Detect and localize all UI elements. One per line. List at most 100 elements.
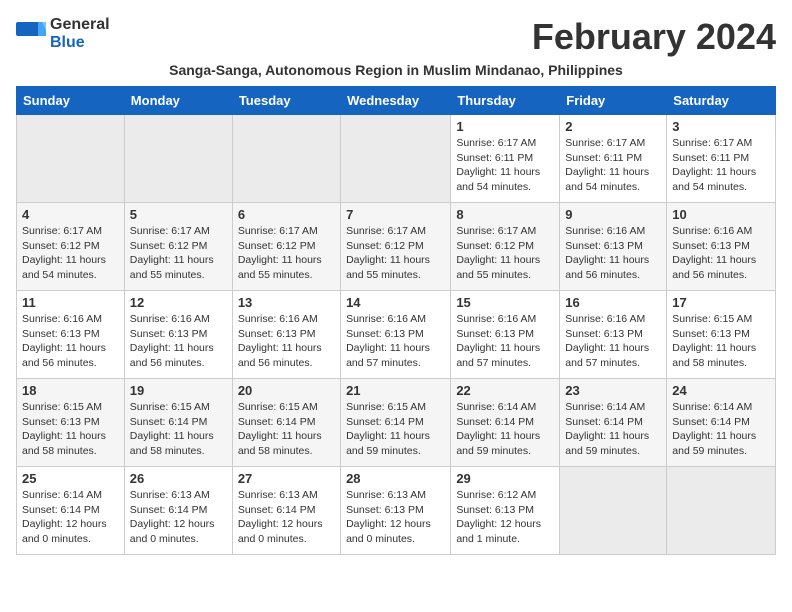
calendar-cell: 7 Sunrise: 6:17 AM Sunset: 6:12 PM Daylig… [341,203,451,291]
calendar-cell: 12Sunrise: 6:16 AM Sunset: 6:13 PM Dayli… [124,291,232,379]
day-info: Sunrise: 6:16 AM Sunset: 6:13 PM Dayligh… [22,312,119,371]
day-number: 22 [456,383,554,398]
day-number: 26 [130,471,227,486]
calendar-cell [124,115,232,203]
day-info: Sunrise: 6:17 AM Sunset: 6:11 PM Dayligh… [456,136,554,195]
day-info: Sunrise: 6:17 AM Sunset: 6:11 PM Dayligh… [565,136,661,195]
calendar-cell: 1 Sunrise: 6:17 AM Sunset: 6:11 PM Daylig… [451,115,560,203]
day-info: Sunrise: 6:16 AM Sunset: 6:13 PM Dayligh… [456,312,554,371]
calendar-cell: 6 Sunrise: 6:17 AM Sunset: 6:12 PM Daylig… [232,203,340,291]
day-number: 14 [346,295,445,310]
day-number: 15 [456,295,554,310]
day-info: Sunrise: 6:17 AM Sunset: 6:12 PM Dayligh… [456,224,554,283]
day-info: Sunrise: 6:17 AM Sunset: 6:12 PM Dayligh… [130,224,227,283]
day-number: 1 [456,119,554,134]
day-info: Sunrise: 6:14 AM Sunset: 6:14 PM Dayligh… [672,400,770,459]
calendar-cell: 10 Sunrise: 6:16 AM Sunset: 6:13 PM Dayli… [667,203,776,291]
calendar-cell: 2Sunrise: 6:17 AM Sunset: 6:11 PM Daylig… [560,115,667,203]
day-number: 7 [346,207,445,222]
calendar-cell: 14 Sunrise: 6:16 AM Sunset: 6:13 PM Dayli… [341,291,451,379]
day-info: Sunrise: 6:14 AM Sunset: 6:14 PM Dayligh… [22,488,119,547]
calendar-cell: 4 Sunrise: 6:17 AM Sunset: 6:12 PM Daylig… [17,203,125,291]
calendar-cell: 21 Sunrise: 6:15 AM Sunset: 6:14 PM Dayli… [341,379,451,467]
day-number: 13 [238,295,335,310]
column-header-tuesday: Tuesday [232,87,340,115]
day-info: Sunrise: 6:16 AM Sunset: 6:13 PM Dayligh… [346,312,445,371]
calendar-cell: 5 Sunrise: 6:17 AM Sunset: 6:12 PM Daylig… [124,203,232,291]
day-number: 17 [672,295,770,310]
day-number: 16 [565,295,661,310]
calendar-cell [560,467,667,555]
column-header-friday: Friday [560,87,667,115]
month-title: February 2024 [532,16,776,58]
day-info: Sunrise: 6:16 AM Sunset: 6:13 PM Dayligh… [565,224,661,283]
day-number: 11 [22,295,119,310]
week-row: 1 Sunrise: 6:17 AM Sunset: 6:11 PM Daylig… [17,115,776,203]
day-info: Sunrise: 6:16 AM Sunset: 6:13 PM Dayligh… [672,224,770,283]
calendar-cell [341,115,451,203]
day-info: Sunrise: 6:15 AM Sunset: 6:13 PM Dayligh… [672,312,770,371]
column-header-monday: Monday [124,87,232,115]
day-info: Sunrise: 6:17 AM Sunset: 6:12 PM Dayligh… [22,224,119,283]
day-number: 18 [22,383,119,398]
column-header-thursday: Thursday [451,87,560,115]
calendar-cell: 25 Sunrise: 6:14 AM Sunset: 6:14 PM Dayli… [17,467,125,555]
calendar-cell: 3 Sunrise: 6:17 AM Sunset: 6:11 PM Daylig… [667,115,776,203]
calendar-cell: 22 Sunrise: 6:14 AM Sunset: 6:14 PM Dayli… [451,379,560,467]
day-number: 4 [22,207,119,222]
day-info: Sunrise: 6:16 AM Sunset: 6:13 PM Dayligh… [238,312,335,371]
day-number: 28 [346,471,445,486]
calendar-header: SundayMondayTuesdayWednesdayThursdayFrid… [17,87,776,115]
calendar-cell: 11 Sunrise: 6:16 AM Sunset: 6:13 PM Dayli… [17,291,125,379]
calendar-cell: 27 Sunrise: 6:13 AM Sunset: 6:14 PM Dayli… [232,467,340,555]
day-info: Sunrise: 6:15 AM Sunset: 6:14 PM Dayligh… [238,400,335,459]
logo-text: General Blue [50,16,110,51]
week-row: 4 Sunrise: 6:17 AM Sunset: 6:12 PM Daylig… [17,203,776,291]
day-number: 27 [238,471,335,486]
day-number: 25 [22,471,119,486]
day-number: 5 [130,207,227,222]
calendar-cell: 24Sunrise: 6:14 AM Sunset: 6:14 PM Dayli… [667,379,776,467]
week-row: 11 Sunrise: 6:16 AM Sunset: 6:13 PM Dayli… [17,291,776,379]
day-info: Sunrise: 6:16 AM Sunset: 6:13 PM Dayligh… [565,312,661,371]
calendar-cell: 26 Sunrise: 6:13 AM Sunset: 6:14 PM Dayli… [124,467,232,555]
day-number: 8 [456,207,554,222]
calendar-cell: 29 Sunrise: 6:12 AM Sunset: 6:13 PM Dayli… [451,467,560,555]
day-info: Sunrise: 6:17 AM Sunset: 6:11 PM Dayligh… [672,136,770,195]
column-header-saturday: Saturday [667,87,776,115]
calendar-cell: 16 Sunrise: 6:16 AM Sunset: 6:13 PM Dayli… [560,291,667,379]
day-number: 3 [672,119,770,134]
logo-icon [16,22,46,46]
calendar-cell: 23Sunrise: 6:14 AM Sunset: 6:14 PM Dayli… [560,379,667,467]
calendar-table: SundayMondayTuesdayWednesdayThursdayFrid… [16,86,776,555]
day-info: Sunrise: 6:13 AM Sunset: 6:13 PM Dayligh… [346,488,445,547]
calendar-cell: 20Sunrise: 6:15 AM Sunset: 6:14 PM Dayli… [232,379,340,467]
day-info: Sunrise: 6:16 AM Sunset: 6:13 PM Dayligh… [130,312,227,371]
day-number: 6 [238,207,335,222]
calendar-cell: 15 Sunrise: 6:16 AM Sunset: 6:13 PM Dayli… [451,291,560,379]
day-number: 9 [565,207,661,222]
day-info: Sunrise: 6:17 AM Sunset: 6:12 PM Dayligh… [238,224,335,283]
day-number: 10 [672,207,770,222]
week-row: 25 Sunrise: 6:14 AM Sunset: 6:14 PM Dayli… [17,467,776,555]
calendar-cell: 8 Sunrise: 6:17 AM Sunset: 6:12 PM Daylig… [451,203,560,291]
calendar-cell: 13 Sunrise: 6:16 AM Sunset: 6:13 PM Dayli… [232,291,340,379]
day-info: Sunrise: 6:12 AM Sunset: 6:13 PM Dayligh… [456,488,554,547]
day-info: Sunrise: 6:15 AM Sunset: 6:14 PM Dayligh… [346,400,445,459]
day-info: Sunrise: 6:13 AM Sunset: 6:14 PM Dayligh… [238,488,335,547]
calendar-cell [17,115,125,203]
day-number: 21 [346,383,445,398]
page-header: General Blue February 2024 [16,16,776,58]
day-info: Sunrise: 6:14 AM Sunset: 6:14 PM Dayligh… [456,400,554,459]
day-info: Sunrise: 6:17 AM Sunset: 6:12 PM Dayligh… [346,224,445,283]
day-info: Sunrise: 6:13 AM Sunset: 6:14 PM Dayligh… [130,488,227,547]
column-header-sunday: Sunday [17,87,125,115]
calendar-cell: 28 Sunrise: 6:13 AM Sunset: 6:13 PM Dayli… [341,467,451,555]
day-number: 29 [456,471,554,486]
column-header-wednesday: Wednesday [341,87,451,115]
calendar-cell [232,115,340,203]
calendar-cell [667,467,776,555]
calendar-cell: 19Sunrise: 6:15 AM Sunset: 6:14 PM Dayli… [124,379,232,467]
week-row: 18Sunrise: 6:15 AM Sunset: 6:13 PM Dayli… [17,379,776,467]
calendar-cell: 17 Sunrise: 6:15 AM Sunset: 6:13 PM Dayli… [667,291,776,379]
